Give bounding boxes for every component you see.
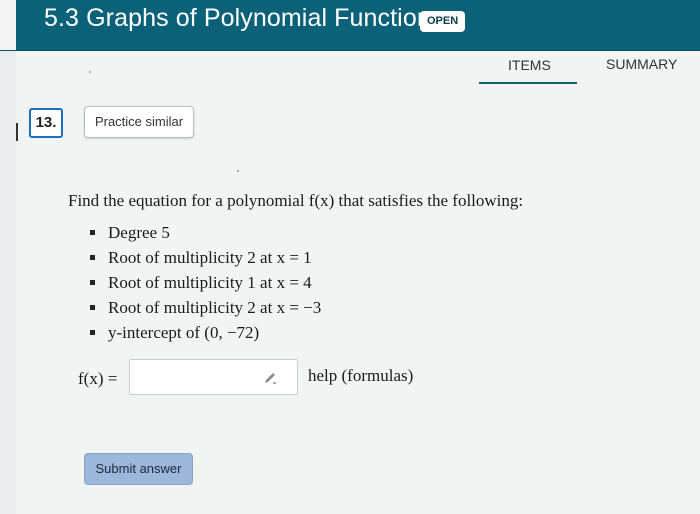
bullet-icon <box>90 255 95 260</box>
header-edge <box>0 0 16 50</box>
dust-dot <box>237 170 239 172</box>
list-item: y-intercept of (0, −72) <box>86 320 321 345</box>
tab-summary[interactable]: SUMMARY <box>606 56 677 72</box>
list-item: Root of multiplicity 2 at x = −3 <box>86 295 321 320</box>
submit-answer-button[interactable]: Submit answer <box>84 453 193 485</box>
active-tab-indicator <box>479 82 577 84</box>
list-item: Root of multiplicity 1 at x = 4 <box>86 270 321 295</box>
question-number[interactable]: 13. <box>29 108 63 138</box>
bullet-icon <box>90 305 95 310</box>
bullet-icon <box>90 330 95 335</box>
bullet-icon <box>90 280 95 285</box>
dust-dot <box>89 71 91 73</box>
bullet-icon <box>90 230 95 235</box>
page-title: 5.3 Graphs of Polynomial Functions <box>44 4 444 32</box>
list-item: Degree 5 <box>86 220 321 245</box>
requirements-list: Degree 5 Root of multiplicity 2 at x = 1… <box>86 220 321 345</box>
practice-similar-button[interactable]: Practice similar <box>84 106 194 138</box>
header-bar: 5.3 Graphs of Polynomial Functions OPEN <box>0 0 700 51</box>
problem-prompt: Find the equation for a polynomial f(x) … <box>68 191 524 210</box>
tab-items[interactable]: ITEMS <box>508 57 551 73</box>
scroll-marker <box>16 123 18 141</box>
pencil-icon[interactable] <box>262 370 278 386</box>
open-badge: OPEN <box>420 11 466 32</box>
answer-label: f(x) = <box>78 369 118 388</box>
help-formulas-link[interactable]: help (formulas) <box>308 366 413 386</box>
list-item: Root of multiplicity 2 at x = 1 <box>86 245 321 270</box>
